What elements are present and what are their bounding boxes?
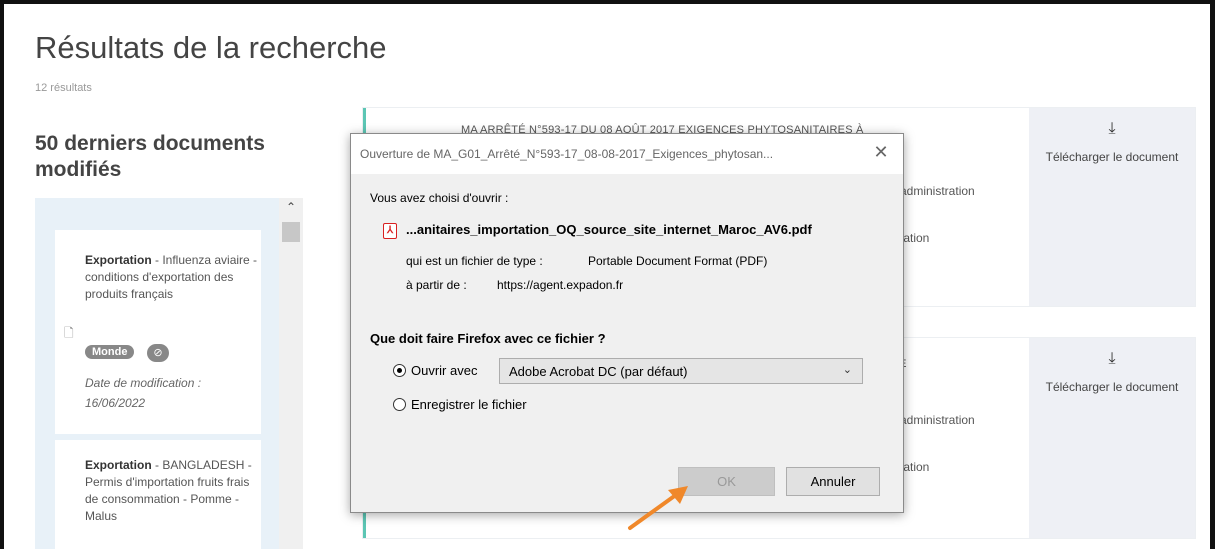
download-icon[interactable]: ⤓ xyxy=(1101,120,1123,140)
result-meta: administration xyxy=(900,413,975,427)
file-open-dialog: Ouverture de MA_G01_Arrêté_N°593-17_08-0… xyxy=(350,133,904,513)
tag-icon[interactable]: ⊘ xyxy=(147,344,169,362)
recent-documents-title: 50 derniers documents modifiés xyxy=(35,132,265,181)
download-panel[interactable]: ⤓ Télécharger le document xyxy=(1029,338,1195,538)
file-type-value: Portable Document Format (PDF) xyxy=(588,254,768,268)
chevron-down-icon[interactable]: ⌄ xyxy=(843,363,852,376)
download-button[interactable]: Télécharger le document xyxy=(1029,148,1195,166)
save-file-label[interactable]: Enregistrer le fichier xyxy=(411,397,527,412)
dialog-title: Ouverture de MA_G01_Arrêté_N°593-17_08-0… xyxy=(360,147,774,161)
recent-document-card[interactable]: Exportation - Influenza aviaire - condit… xyxy=(55,230,261,434)
application-select[interactable]: Adobe Acrobat DC (par défaut) ⌄ xyxy=(499,358,863,384)
pdf-file-icon: ⅄ xyxy=(383,223,397,239)
annotation-arrow-icon xyxy=(628,486,688,530)
modification-date: Date de modification : 16/06/2022 xyxy=(85,376,202,410)
download-icon[interactable]: ⤓ xyxy=(1101,350,1123,370)
close-icon[interactable]: ✕ xyxy=(871,142,891,164)
file-type-label: qui est un fichier de type : xyxy=(406,254,543,268)
document-title[interactable]: Exportation - Influenza aviaire - condit… xyxy=(85,252,261,303)
cancel-button[interactable]: Annuler xyxy=(786,467,880,496)
save-file-radio[interactable] xyxy=(393,398,406,411)
open-with-radio[interactable] xyxy=(393,364,406,377)
download-panel[interactable]: ⤓ Télécharger le document xyxy=(1029,108,1195,306)
dialog-intro: Vous avez choisi d'ouvrir : xyxy=(370,191,509,205)
dialog-body: Vous avez choisi d'ouvrir : ⅄ ...anitair… xyxy=(351,174,903,512)
result-count: 12 résultats xyxy=(35,82,92,94)
application-select-value: Adobe Acrobat DC (par défaut) xyxy=(509,364,688,379)
file-source-value: https://agent.expadon.fr xyxy=(497,278,624,292)
recent-document-card[interactable]: Exportation - BANGLADESH - Permis d'impo… xyxy=(55,440,261,549)
action-question: Que doit faire Firefox avec ce fichier ? xyxy=(370,331,606,346)
document-icon: 🗋 xyxy=(64,326,74,340)
tag-monde[interactable]: Monde xyxy=(85,345,135,359)
result-meta: tation xyxy=(900,460,930,474)
result-meta: administration xyxy=(900,184,975,198)
download-button[interactable]: Télécharger le document xyxy=(1029,378,1195,396)
sidebar-scrollbar[interactable]: ⌃ xyxy=(279,198,303,549)
page-title: Résultats de la recherche xyxy=(35,30,387,65)
file-source-label: à partir de : xyxy=(406,278,467,292)
file-name: ...anitaires_importation_OQ_source_site_… xyxy=(406,222,812,237)
result-meta: tation xyxy=(900,231,930,245)
scroll-thumb[interactable] xyxy=(282,222,300,242)
document-title[interactable]: Exportation - BANGLADESH - Permis d'impo… xyxy=(85,457,261,525)
scroll-up-icon[interactable]: ⌃ xyxy=(279,200,303,216)
open-with-label[interactable]: Ouvrir avec xyxy=(411,363,477,378)
